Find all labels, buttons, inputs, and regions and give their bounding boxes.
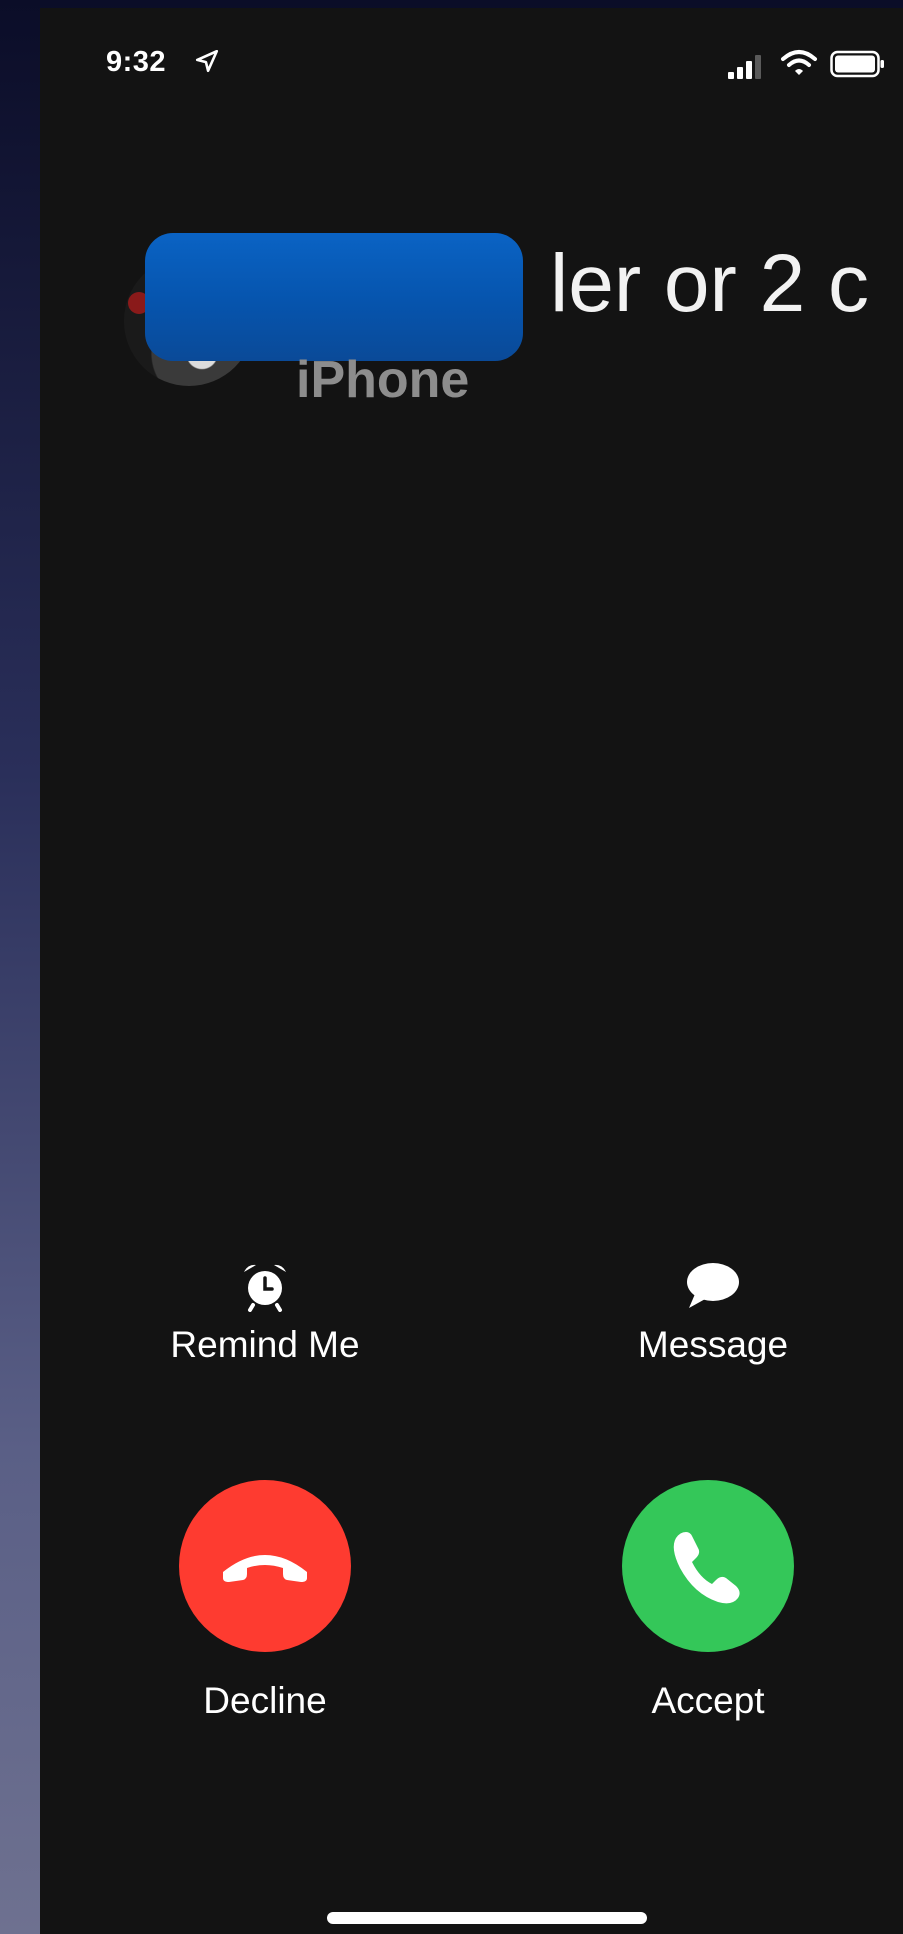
phone-icon — [673, 1532, 740, 1604]
decline-button[interactable] — [179, 1480, 351, 1652]
message-label: Message — [637, 1324, 789, 1365]
decline-label: Decline — [203, 1680, 327, 1721]
location-arrow-icon — [195, 49, 219, 73]
home-indicator[interactable] — [327, 1912, 647, 1924]
speech-bubble-icon — [687, 1263, 739, 1308]
incoming-call-screen: 9:32 ler or 2 c iPhone Remind Me Message… — [40, 8, 903, 1934]
remind-me-button[interactable]: Remind Me — [125, 1260, 405, 1366]
message-button[interactable]: Message — [573, 1260, 853, 1366]
wifi-icon — [781, 50, 817, 75]
caller-name: ler or 2 c — [550, 238, 869, 329]
accept-label: Accept — [651, 1680, 765, 1721]
status-bar: 9:32 — [40, 8, 903, 118]
status-time: 9:32 — [106, 46, 167, 78]
alarm-clock-icon — [244, 1264, 286, 1312]
caller-subtitle: iPhone — [296, 351, 470, 409]
remind-me-label: Remind Me — [170, 1324, 360, 1365]
battery-icon — [830, 50, 884, 78]
accept-button[interactable] — [622, 1480, 794, 1652]
phone-hangup-icon — [223, 1555, 307, 1582]
cellular-signal-icon — [728, 55, 761, 79]
name-redaction-overlay — [145, 233, 523, 361]
